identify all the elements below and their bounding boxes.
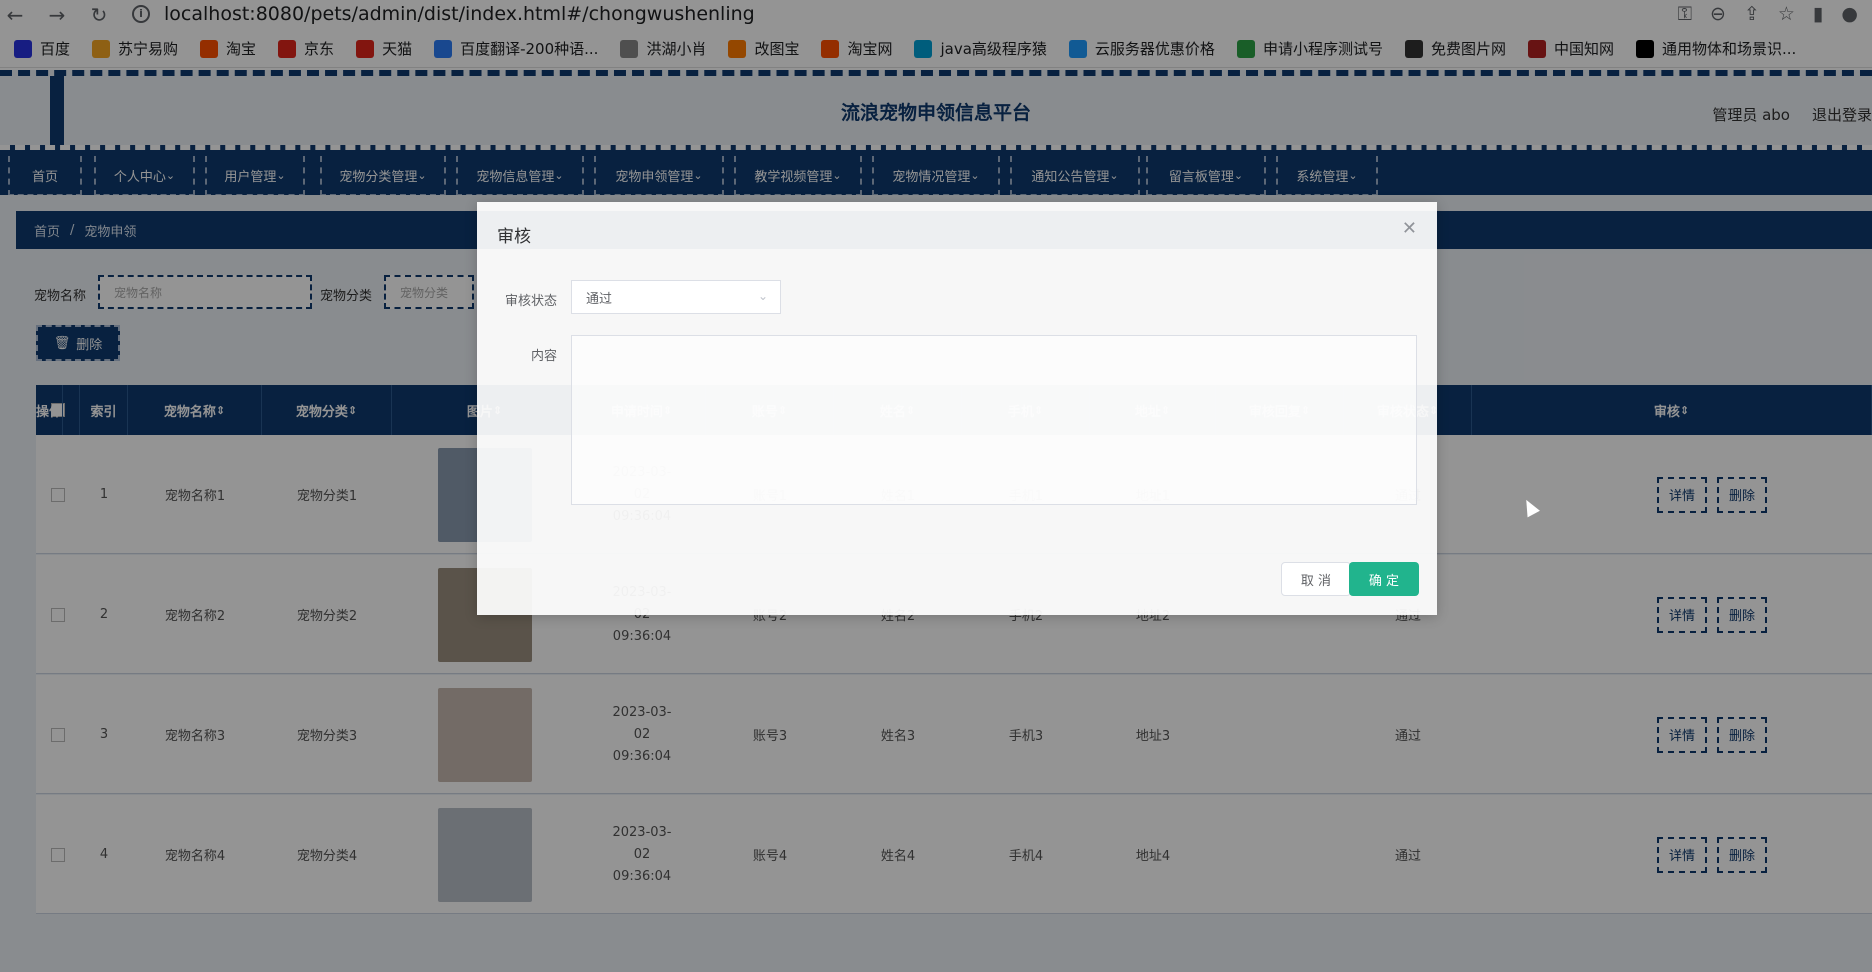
- status-value: 通过: [586, 291, 613, 307]
- audit-dialog: 审核 ✕ 审核状态 通过 ⌄ 内容 取 消 确 定: [477, 202, 1437, 615]
- dialog-title: 审核: [497, 227, 531, 247]
- content-label: 内容: [530, 349, 557, 364]
- close-icon[interactable]: ✕: [1402, 218, 1417, 239]
- status-label: 审核状态: [504, 294, 557, 309]
- chevron-down-icon: ⌄: [757, 289, 768, 303]
- content-textarea[interactable]: [571, 335, 1417, 505]
- status-select[interactable]: 通过 ⌄: [571, 280, 781, 314]
- confirm-button[interactable]: 确 定: [1349, 562, 1419, 596]
- cancel-button[interactable]: 取 消: [1281, 562, 1351, 596]
